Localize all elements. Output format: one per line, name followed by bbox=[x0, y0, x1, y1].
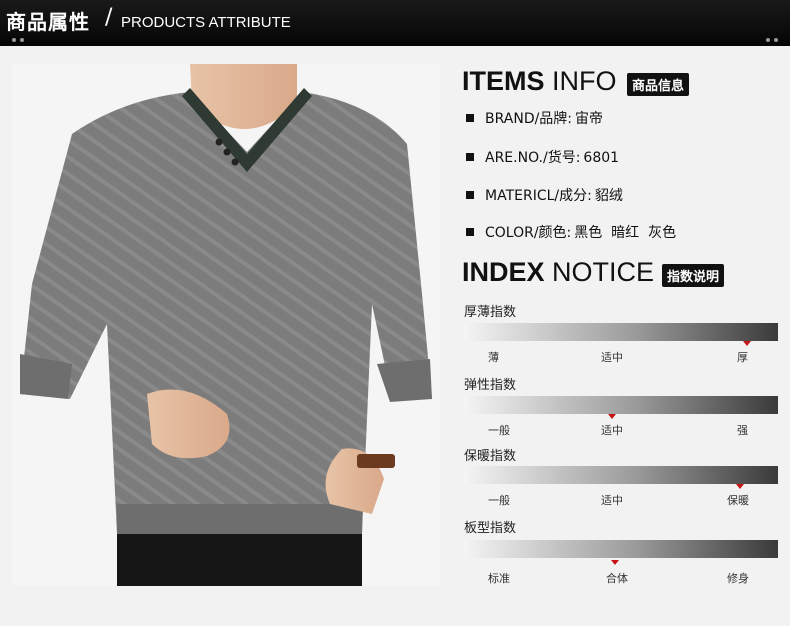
index-gradient-bar bbox=[464, 540, 778, 558]
bullet-square-icon bbox=[466, 153, 474, 161]
index-tick-high: 修身 bbox=[727, 572, 749, 585]
index-tick-mid: 适中 bbox=[601, 424, 623, 437]
header-title-en: PRODUCTS ATTRIBUTE bbox=[121, 14, 291, 31]
index-notice-title-light: NOTICE bbox=[552, 257, 655, 287]
info-row-material: MATERICL/成分: 貂绒 bbox=[466, 185, 623, 205]
product-photo bbox=[12, 64, 440, 586]
index-label: 板型指数 bbox=[464, 521, 517, 536]
index-notice-title-bold: INDEX bbox=[462, 257, 545, 287]
bullet-square-icon bbox=[466, 114, 474, 122]
info-row-brand: BRAND/品牌: 宙帝 bbox=[466, 108, 603, 128]
index-tick-mid: 适中 bbox=[601, 351, 623, 364]
index-tick-mid: 合体 bbox=[606, 572, 628, 585]
info-value: 6801 bbox=[583, 150, 620, 166]
info-row-color: COLOR/颜色: 黑色 暗红 灰色 bbox=[466, 222, 676, 242]
items-info-badge: 商品信息 bbox=[627, 73, 690, 96]
bullet-square-icon bbox=[466, 191, 474, 199]
info-label: BRAND/品牌: bbox=[485, 111, 573, 127]
header-separator: / bbox=[105, 5, 113, 30]
info-value: 宙帝 bbox=[575, 111, 604, 127]
info-value: 貂绒 bbox=[594, 188, 623, 204]
bullet-square-icon bbox=[466, 228, 474, 236]
items-info-title-bold: ITEMS bbox=[462, 66, 545, 96]
info-label: MATERICL/成分: bbox=[485, 188, 592, 204]
index-tick-low: 标准 bbox=[488, 572, 510, 585]
items-info-heading: ITEMS INFO bbox=[462, 66, 617, 97]
index-gradient-bar bbox=[464, 323, 778, 341]
index-tick-high: 厚 bbox=[737, 351, 748, 364]
index-tick-low: 一般 bbox=[488, 494, 510, 507]
index-marker-icon bbox=[607, 414, 616, 419]
index-gradient-bar bbox=[464, 466, 778, 484]
index-tick-high: 保暖 bbox=[727, 494, 749, 507]
index-notice-heading: INDEX NOTICE bbox=[462, 257, 654, 288]
sweater-model-image bbox=[20, 64, 432, 586]
rivet-decoration bbox=[12, 38, 16, 42]
rivet-decoration bbox=[20, 38, 24, 42]
index-label: 厚薄指数 bbox=[464, 305, 517, 320]
info-row-article-number: ARE.NO./货号: 6801 bbox=[466, 147, 619, 167]
info-value: 黑色 暗红 灰色 bbox=[574, 225, 677, 241]
index-tick-low: 一般 bbox=[488, 424, 510, 437]
index-notice-badge: 指数说明 bbox=[662, 264, 725, 287]
header-bar: 商品属性 / PRODUCTS ATTRIBUTE bbox=[0, 0, 790, 46]
index-label: 弹性指数 bbox=[464, 378, 517, 393]
items-info-title-light: INFO bbox=[552, 66, 617, 96]
index-label: 保暖指数 bbox=[464, 449, 517, 464]
index-marker-icon bbox=[610, 560, 619, 565]
index-tick-low: 薄 bbox=[488, 351, 499, 364]
rivet-decoration bbox=[766, 38, 770, 42]
index-marker-icon bbox=[742, 341, 751, 346]
index-gradient-bar bbox=[464, 396, 778, 414]
info-label: COLOR/颜色: bbox=[485, 225, 572, 241]
index-tick-high: 强 bbox=[737, 424, 748, 437]
rivet-decoration bbox=[774, 38, 778, 42]
info-label: ARE.NO./货号: bbox=[485, 150, 581, 166]
header-title-cn: 商品属性 bbox=[6, 10, 90, 34]
index-tick-mid: 适中 bbox=[601, 494, 623, 507]
index-marker-icon bbox=[736, 484, 745, 489]
